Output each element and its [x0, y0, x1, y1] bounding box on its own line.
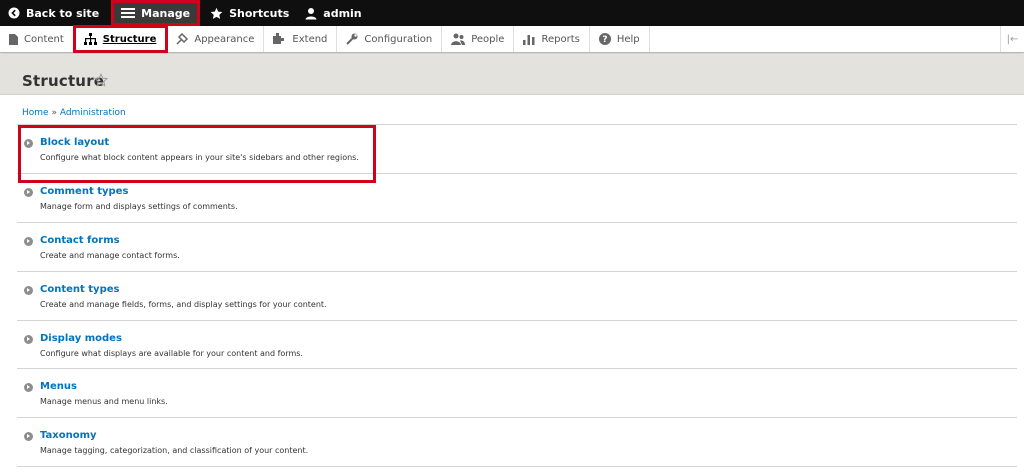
back-to-site-link[interactable]: Back to site — [0, 0, 107, 26]
list-item-block-layout: Block layout Configure what block conten… — [17, 125, 1017, 183]
content-icon — [9, 33, 18, 45]
arrow-bullet-icon — [24, 187, 33, 197]
structure-icon — [83, 33, 97, 45]
tab-content-label: Content — [24, 33, 64, 45]
breadcrumb: Home » Administration — [22, 108, 126, 118]
admin-list: Block layout Configure what block conten… — [17, 124, 1017, 468]
arrow-bullet-icon — [24, 432, 33, 442]
star-icon — [210, 7, 223, 19]
list-item-title[interactable]: Taxonomy — [40, 430, 97, 441]
list-item-title[interactable]: Display modes — [40, 333, 122, 344]
list-item-display-modes: Display modes Configure what displays ar… — [17, 321, 1017, 370]
configuration-icon — [346, 33, 358, 45]
tab-extend-label: Extend — [292, 33, 328, 45]
user-icon — [305, 7, 317, 19]
list-item-title[interactable]: Comment types — [40, 186, 128, 197]
arrow-bullet-icon — [24, 139, 33, 148]
back-arrow-icon — [8, 7, 20, 19]
tab-configuration[interactable]: Configuration — [337, 26, 443, 52]
tab-structure[interactable]: Structure — [72, 25, 169, 53]
arrow-bullet-icon — [24, 383, 33, 393]
breadcrumb-separator: » — [51, 108, 60, 118]
page-title: Structure — [22, 72, 105, 90]
back-to-site-label: Back to site — [26, 6, 100, 20]
people-icon — [451, 33, 466, 45]
tab-help[interactable]: ? Help — [590, 26, 650, 52]
breadcrumb-administration[interactable]: Administration — [60, 108, 126, 118]
tab-configuration-label: Configuration — [364, 33, 433, 45]
list-item-title[interactable]: Menus — [40, 381, 77, 392]
collapse-tray-button[interactable]: |← — [1000, 26, 1024, 52]
list-item-title[interactable]: Block layout — [40, 137, 109, 148]
list-item-description: Manage tagging, categorization, and clas… — [40, 446, 309, 456]
reports-icon — [523, 35, 535, 45]
list-item-description: Create and manage contact forms. — [40, 250, 180, 260]
help-icon: ? — [598, 33, 611, 45]
appearance-icon — [176, 33, 189, 45]
collapse-icon: |← — [1006, 33, 1019, 45]
user-button[interactable]: admin — [297, 0, 369, 26]
shortcut-star-icon[interactable] — [94, 73, 108, 87]
tab-people[interactable]: People — [442, 26, 515, 52]
manage-button[interactable]: Manage — [111, 0, 201, 26]
list-item-comment-types: Comment types Manage form and displays s… — [17, 174, 1017, 223]
arrow-bullet-icon — [24, 334, 33, 344]
tab-content[interactable]: Content — [0, 26, 74, 52]
list-item-description: Manage form and displays settings of com… — [40, 201, 238, 211]
page-header: Structure — [0, 54, 1024, 95]
list-item-contact-forms: Contact forms Create and manage contact … — [17, 223, 1017, 272]
list-item-description: Configure what displays are available fo… — [40, 348, 303, 358]
tab-reports[interactable]: Reports — [514, 26, 590, 52]
arrow-bullet-icon — [24, 236, 33, 246]
tab-help-label: Help — [616, 33, 640, 45]
admin-toolbar: Back to site Manage Shortcuts admin — [0, 0, 1024, 26]
menu-icon — [121, 8, 136, 18]
manage-label: Manage — [141, 6, 191, 20]
admin-tray: Content Structure Appearance Extend Conf… — [0, 25, 1024, 53]
list-item-menus: Menus Manage menus and menu links. — [17, 369, 1017, 419]
user-label: admin — [323, 6, 362, 20]
list-item-title[interactable]: Contact forms — [40, 235, 120, 246]
tab-extend[interactable]: Extend — [264, 26, 338, 52]
svg-text:?: ? — [602, 35, 607, 45]
list-item-description: Configure what block content appears in … — [40, 153, 359, 162]
list-item-title[interactable]: Content types — [40, 284, 119, 295]
shortcuts-label: Shortcuts — [229, 6, 290, 20]
list-item-description: Create and manage fields, forms, and dis… — [40, 299, 327, 309]
tab-appearance-label: Appearance — [194, 33, 255, 45]
tab-structure-label: Structure — [102, 33, 157, 45]
arrow-bullet-icon — [24, 285, 33, 295]
list-item-content-types: Content types Create and manage fields, … — [17, 272, 1017, 321]
breadcrumb-home[interactable]: Home — [22, 108, 49, 118]
tab-appearance[interactable]: Appearance — [167, 26, 265, 52]
tab-reports-label: Reports — [541, 33, 580, 45]
shortcuts-button[interactable]: Shortcuts — [202, 0, 297, 26]
list-item-description: Manage menus and menu links. — [40, 397, 168, 407]
tab-people-label: People — [471, 33, 505, 45]
list-item-taxonomy: Taxonomy Manage tagging, categorization,… — [17, 418, 1017, 468]
extend-icon — [273, 33, 285, 44]
